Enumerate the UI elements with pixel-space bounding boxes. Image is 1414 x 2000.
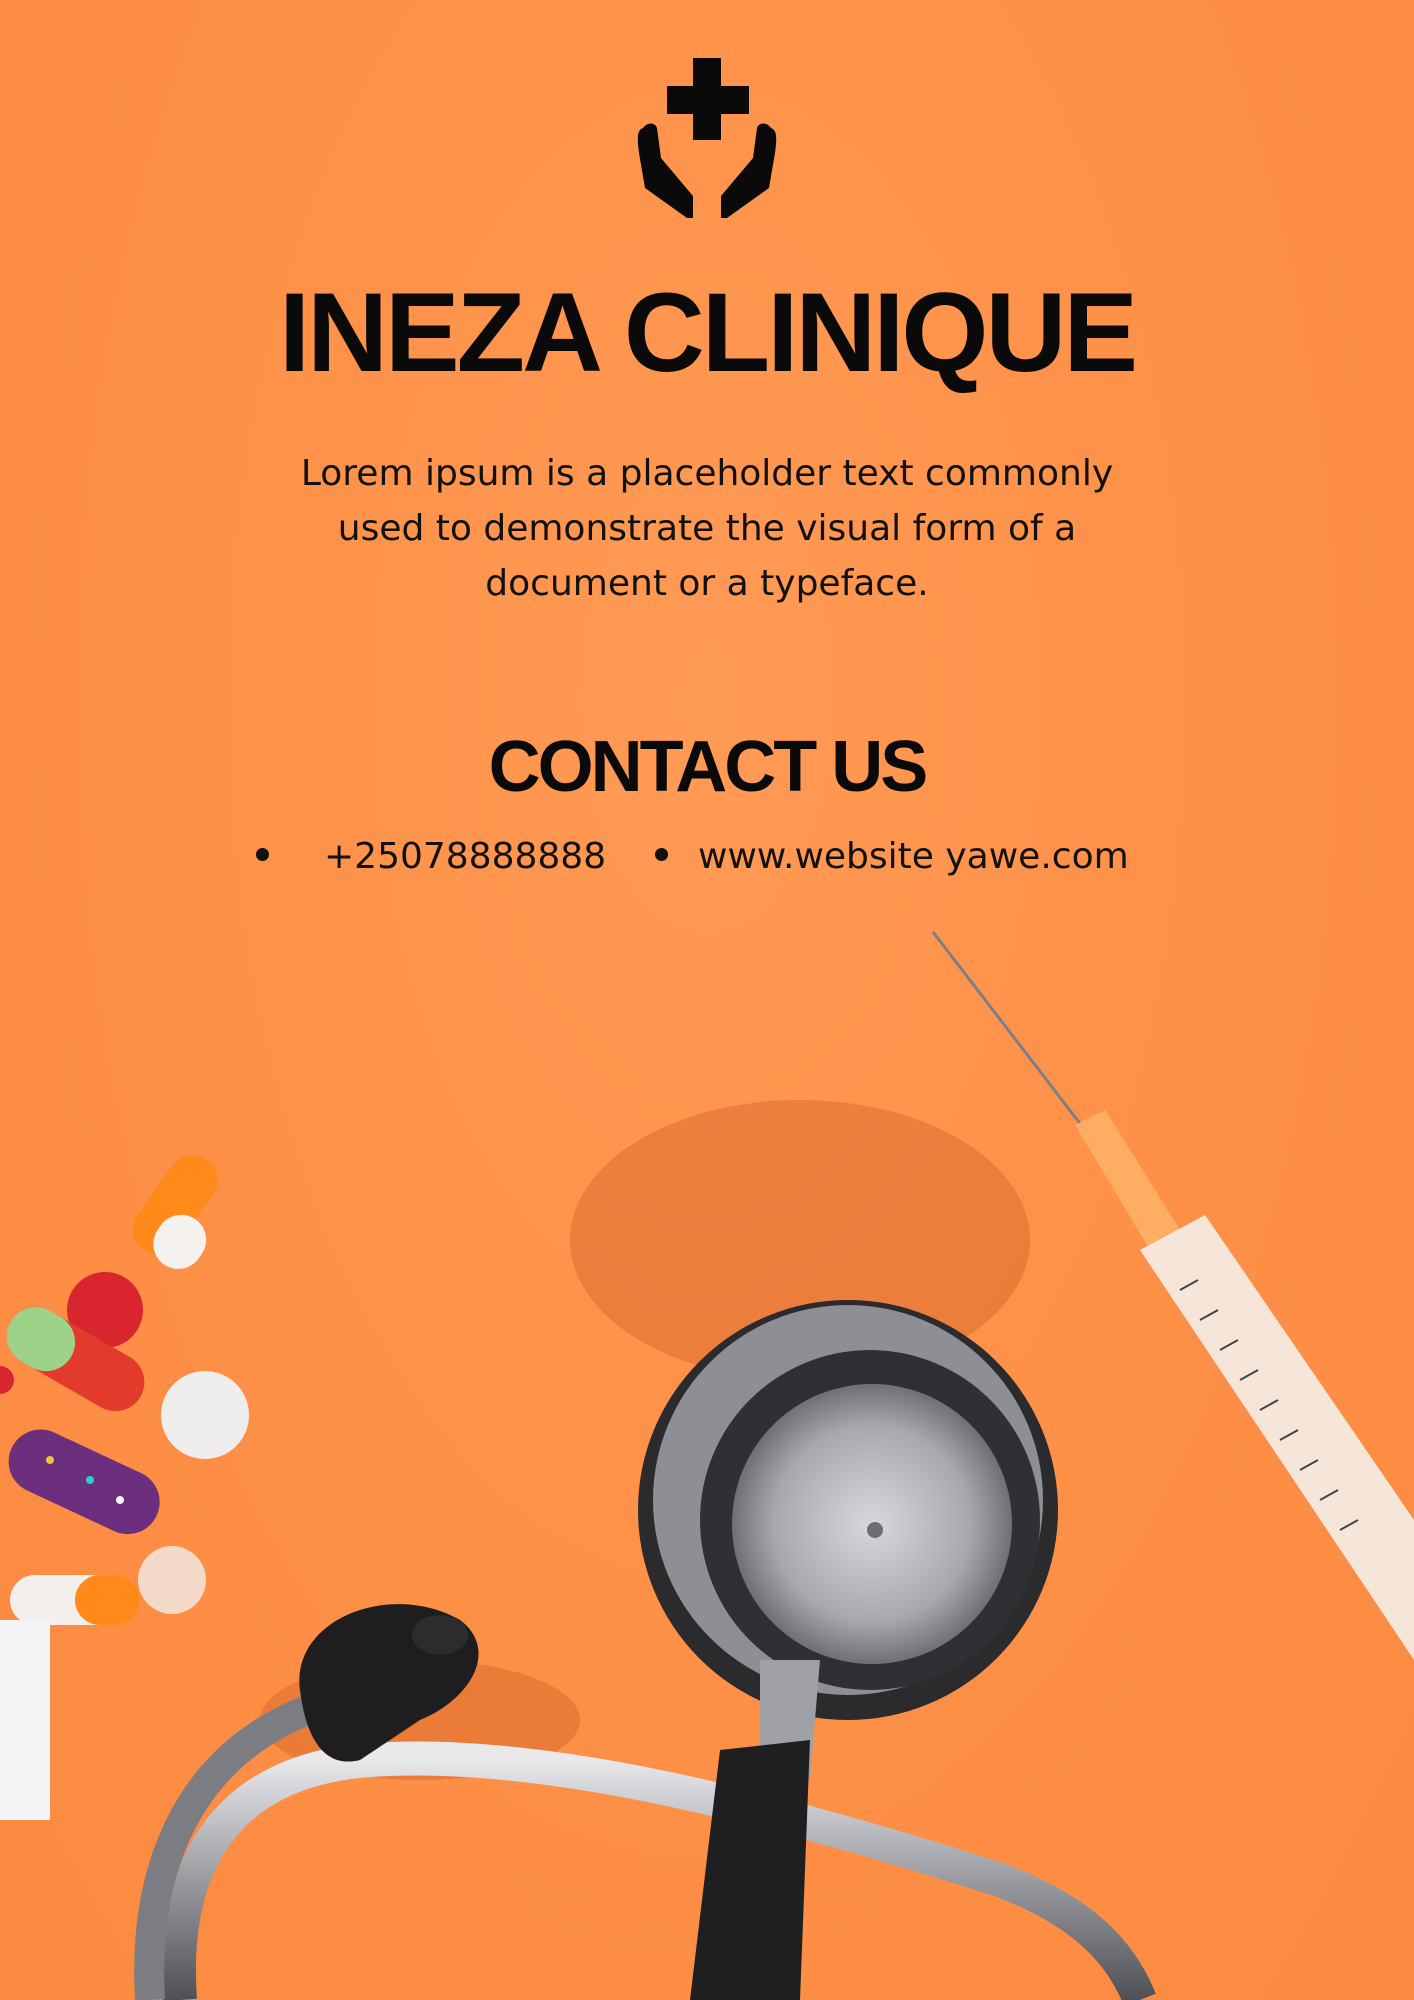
website-link[interactable]: www.website yawe.com xyxy=(698,836,1129,877)
description-line: document or a typeface. xyxy=(485,563,929,604)
contact-heading: CONTACT US xyxy=(488,727,929,807)
contact-list: +25078888888 www.website yawe.com xyxy=(0,836,1414,886)
phone-number[interactable]: +25078888888 xyxy=(324,836,606,877)
description-line: used to demonstrate the visual form of a xyxy=(337,508,1077,549)
bullet-icon xyxy=(256,848,269,861)
description-line: Lorem ipsum is a placeholder text common… xyxy=(300,453,1114,494)
medical-cross-hands-icon xyxy=(637,58,777,218)
page-title: INEZA CLINIQUE xyxy=(278,270,1138,395)
description: Lorem ipsum is a placeholder text common… xyxy=(257,446,1157,611)
bullet-icon xyxy=(655,848,668,861)
